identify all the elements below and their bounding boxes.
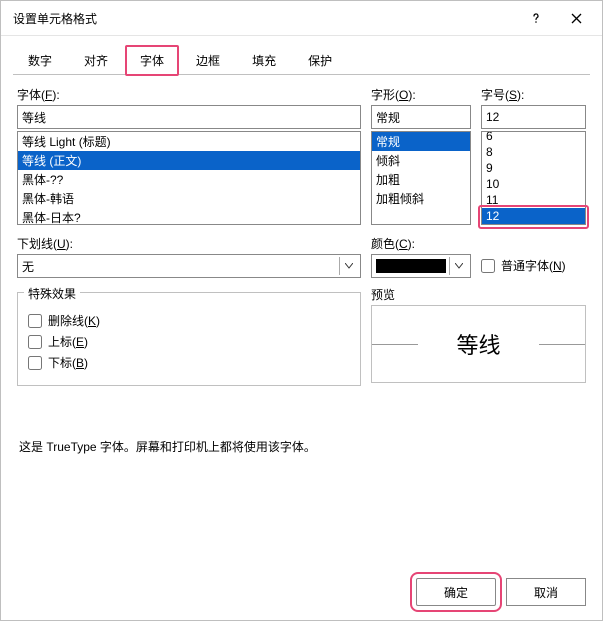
subscript-label: 下标(B): [48, 354, 88, 371]
preview-box: 等线: [371, 305, 586, 383]
size-list-item[interactable]: 8: [482, 144, 585, 160]
superscript-label: 上标(E): [48, 333, 88, 350]
format-cells-dialog: 设置单元格格式 数字对齐字体边框填充保护 字体(F): 字形(O): 字号(S)…: [0, 0, 603, 621]
tab-bar: 数字对齐字体边框填充保护: [1, 36, 602, 75]
color-swatch: [376, 259, 446, 273]
font-list-item[interactable]: 黑体-??: [18, 170, 360, 189]
size-listbox[interactable]: 689101112: [481, 131, 586, 225]
size-label: 字号(S):: [481, 86, 586, 103]
normal-font-label: 普通字体(N): [501, 257, 566, 274]
color-select[interactable]: [371, 254, 471, 278]
strikethrough-label: 删除线(K): [48, 312, 100, 329]
font-list-item[interactable]: 等线 Light (标题): [18, 132, 360, 151]
size-list-item[interactable]: 12: [482, 208, 585, 224]
font-listbox[interactable]: 等线 Light (标题)等线 (正文)黑体-??黑体-韩语黑体-日本?黑体-日…: [17, 131, 361, 225]
font-list-item[interactable]: 黑体-日本?: [18, 208, 360, 225]
effects-label: 特殊效果: [24, 285, 80, 302]
superscript-checkbox[interactable]: 上标(E): [28, 333, 350, 350]
normal-font-checkbox[interactable]: 普通字体(N): [481, 257, 566, 274]
preview-text: 等线: [456, 328, 500, 360]
tab-字体[interactable]: 字体: [125, 45, 179, 76]
effects-group: 特殊效果 删除线(K) 上标(E) 下标(B): [17, 292, 361, 386]
size-list-item[interactable]: 10: [482, 176, 585, 192]
font-list-item[interactable]: 等线 (正文): [18, 151, 360, 170]
style-list-item[interactable]: 常规: [372, 132, 470, 151]
titlebar: 设置单元格格式: [1, 1, 602, 36]
tab-数字[interactable]: 数字: [13, 45, 67, 76]
chevron-down-icon: [339, 257, 358, 275]
size-list-item[interactable]: 11: [482, 192, 585, 208]
tab-填充[interactable]: 填充: [237, 45, 291, 76]
tab-边框[interactable]: 边框: [181, 45, 235, 76]
cancel-button[interactable]: 取消: [506, 578, 586, 606]
tab-对齐[interactable]: 对齐: [69, 45, 123, 76]
size-list-item[interactable]: 9: [482, 160, 585, 176]
font-type-note: 这是 TrueType 字体。屏幕和打印机上都将使用该字体。: [17, 438, 586, 455]
preview-label: 预览: [371, 286, 586, 303]
close-button[interactable]: [556, 4, 596, 32]
tab-保护[interactable]: 保护: [293, 45, 347, 76]
underline-label: 下划线(U):: [17, 235, 361, 252]
ok-button[interactable]: 确定: [416, 578, 496, 606]
strikethrough-checkbox[interactable]: 删除线(K): [28, 312, 350, 329]
color-label: 颜色(C):: [371, 235, 471, 252]
style-label: 字形(O):: [371, 86, 471, 103]
font-label: 字体(F):: [17, 86, 361, 103]
font-input[interactable]: [17, 105, 361, 129]
style-listbox[interactable]: 常规倾斜加粗加粗倾斜: [371, 131, 471, 225]
font-list-item[interactable]: 黑体-韩语: [18, 189, 360, 208]
style-input[interactable]: [371, 105, 471, 129]
window-title: 设置单元格格式: [13, 10, 516, 27]
close-icon: [571, 13, 582, 24]
underline-value: 无: [22, 258, 34, 275]
help-button[interactable]: [516, 4, 556, 32]
size-list-item[interactable]: 6: [482, 131, 585, 144]
style-list-item[interactable]: 加粗: [372, 170, 470, 189]
size-input[interactable]: [481, 105, 586, 129]
chevron-down-icon: [449, 257, 468, 275]
font-tab-content: 字体(F): 字形(O): 字号(S): 等线 Light (标题)等线 (正文…: [1, 76, 602, 455]
underline-select[interactable]: 无: [17, 254, 361, 278]
help-icon: [530, 12, 542, 24]
style-list-item[interactable]: 加粗倾斜: [372, 189, 470, 208]
subscript-checkbox[interactable]: 下标(B): [28, 354, 350, 371]
dialog-footer: 确定 取消: [416, 578, 586, 606]
style-list-item[interactable]: 倾斜: [372, 151, 470, 170]
